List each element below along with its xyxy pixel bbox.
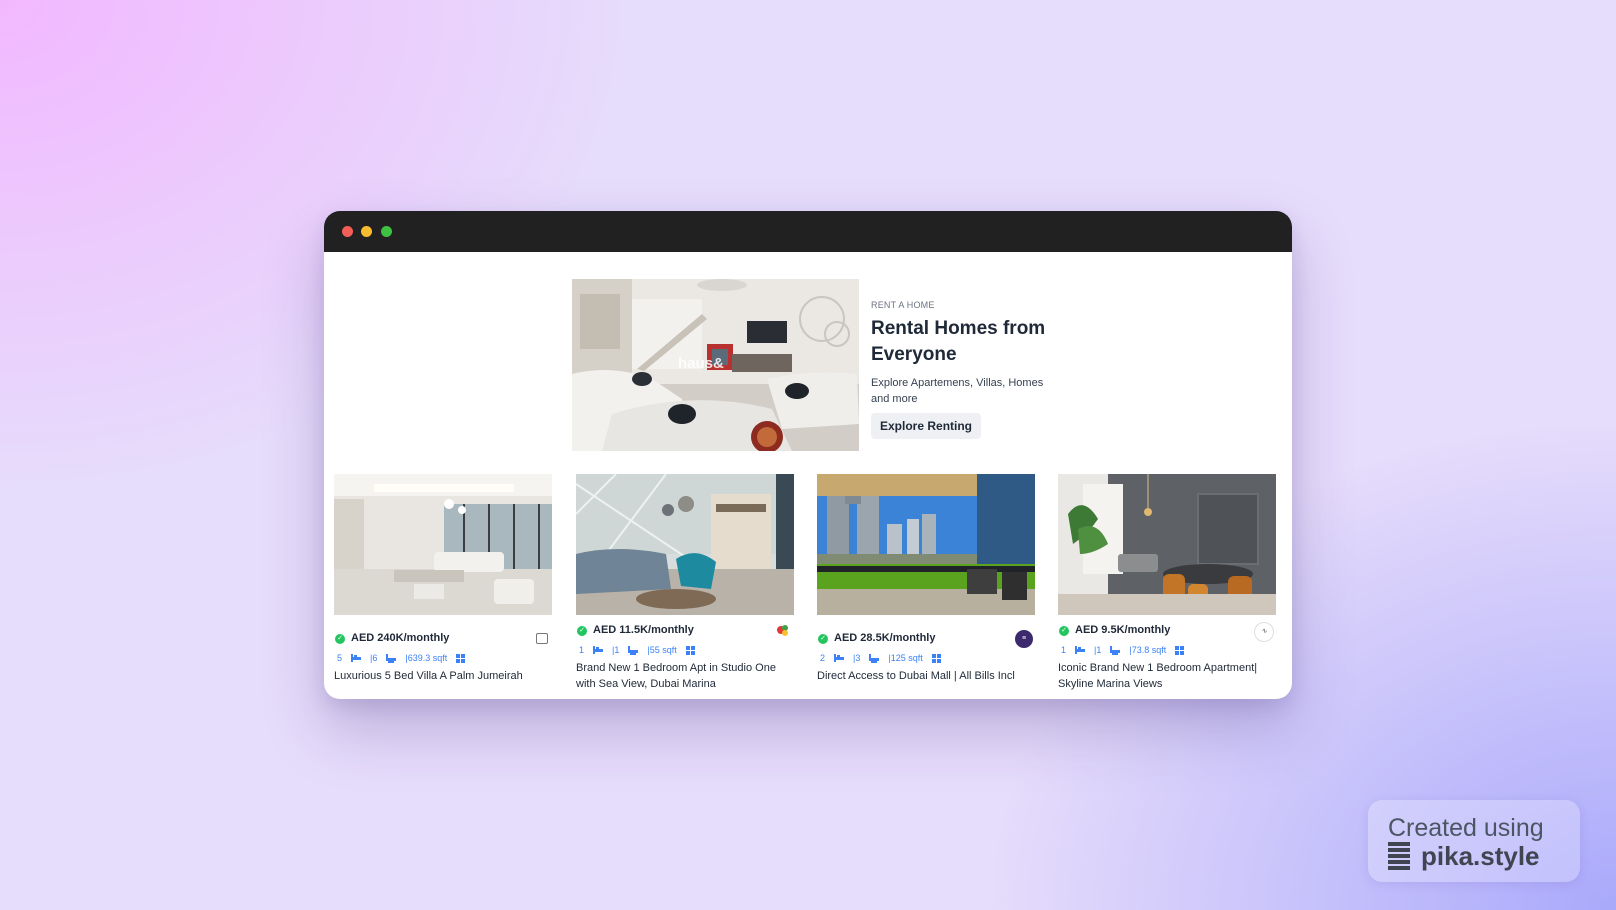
bed-icon bbox=[1075, 646, 1086, 654]
hero-image[interactable]: haus& bbox=[572, 279, 859, 451]
listing-price: AED 9.5K/monthly bbox=[1075, 624, 1171, 636]
listing-title[interactable]: Iconic Brand New 1 Bedroom Apartment| Sk… bbox=[1058, 660, 1276, 692]
browser-window: haus& RENT A HOME Rental Homes from Ever… bbox=[324, 211, 1292, 699]
hero-eyebrow: RENT A HOME bbox=[871, 300, 935, 310]
beds-count: 5 bbox=[337, 653, 343, 663]
bed-icon bbox=[351, 654, 362, 662]
bath-icon bbox=[628, 645, 639, 655]
hero-text: RENT A HOME Rental Homes from Everyone E… bbox=[871, 279, 1051, 439]
area-value: |55 sqft bbox=[647, 645, 677, 655]
verified-check-icon: ✓ bbox=[1059, 626, 1069, 636]
beds-count: 2 bbox=[820, 653, 826, 663]
listing-title[interactable]: Brand New 1 Bedroom Apt in Studio One wi… bbox=[576, 660, 794, 692]
watermark-created-using: Created using bbox=[1388, 814, 1544, 842]
listing-photo[interactable] bbox=[334, 474, 552, 615]
listing-specs: 1 |1 |73.8 sqft bbox=[1058, 643, 1276, 657]
baths-count: |1 bbox=[612, 645, 620, 655]
listing-title[interactable]: Direct Access to Dubai Mall | All Bills … bbox=[817, 668, 1035, 684]
listing-price: AED 240K/monthly bbox=[351, 632, 450, 644]
baths-count: |3 bbox=[853, 653, 861, 663]
agency-logo-icon: ∿ bbox=[1254, 622, 1274, 642]
listing-card[interactable]: ✓ AED 240K/monthly 5 |6 |639.3 sqft Luxu… bbox=[334, 474, 552, 684]
explore-renting-button[interactable]: Explore Renting bbox=[871, 413, 982, 439]
beds-count: 1 bbox=[579, 645, 585, 655]
agency-logo-icon bbox=[536, 633, 548, 644]
listing-specs: 5 |6 |639.3 sqft bbox=[334, 651, 552, 665]
baths-count: |1 bbox=[1094, 645, 1102, 655]
bed-icon bbox=[834, 654, 845, 662]
verified-check-icon: ✓ bbox=[577, 626, 587, 636]
bed-icon bbox=[593, 646, 604, 654]
listing-card[interactable]: ✓ AED 9.5K/monthly ∿ 1 |1 |73.8 sqft Ico… bbox=[1058, 474, 1276, 692]
area-value: |639.3 sqft bbox=[405, 653, 448, 663]
floorplan-icon bbox=[456, 653, 466, 663]
window-titlebar bbox=[324, 211, 1292, 252]
floorplan-icon bbox=[685, 645, 695, 655]
pika-style-watermark: Created using pika.style bbox=[1368, 800, 1580, 882]
bath-icon bbox=[869, 653, 880, 663]
hero-image-watermark: haus& bbox=[678, 355, 724, 372]
floorplan-icon bbox=[1175, 645, 1185, 655]
hero-title: Rental Homes from Everyone bbox=[871, 318, 1046, 365]
listing-photo[interactable] bbox=[1058, 474, 1276, 615]
listing-specs: 2 |3 |125 sqft bbox=[817, 651, 1035, 665]
minimize-window-button[interactable] bbox=[361, 226, 372, 237]
area-value: |125 sqft bbox=[888, 653, 923, 663]
listing-price: AED 28.5K/monthly bbox=[834, 632, 936, 644]
hero-description: Explore Apartemens, Villas, Homes and mo… bbox=[871, 377, 1044, 405]
beds-count: 1 bbox=[1061, 645, 1067, 655]
listing-card[interactable]: ✓ AED 11.5K/monthly 1 |1 |55 sqft Brand … bbox=[576, 474, 794, 692]
baths-count: |6 bbox=[370, 653, 378, 663]
listing-card[interactable]: ✓ AED 28.5K/monthly ≡ 2 |3 |125 sqft Dir… bbox=[817, 474, 1035, 684]
listing-photo[interactable] bbox=[576, 474, 794, 615]
listing-specs: 1 |1 |55 sqft bbox=[576, 643, 794, 657]
verified-check-icon: ✓ bbox=[335, 634, 345, 644]
agency-logo-icon: ≡ bbox=[1015, 630, 1033, 648]
close-window-button[interactable] bbox=[342, 226, 353, 237]
area-value: |73.8 sqft bbox=[1129, 645, 1167, 655]
rent-hero: haus& RENT A HOME Rental Homes from Ever… bbox=[572, 279, 1052, 451]
floorplan-icon bbox=[931, 653, 941, 663]
watermark-brand: pika.style bbox=[1421, 841, 1540, 871]
maximize-window-button[interactable] bbox=[381, 226, 392, 237]
agency-logo-icon bbox=[774, 622, 792, 640]
verified-check-icon: ✓ bbox=[818, 634, 828, 644]
listing-price: AED 11.5K/monthly bbox=[593, 624, 694, 636]
pika-logo-icon bbox=[1388, 841, 1410, 876]
listing-title[interactable]: Luxurious 5 Bed Villa A Palm Jumeirah bbox=[334, 668, 552, 684]
listing-photo[interactable] bbox=[817, 474, 1035, 615]
bath-icon bbox=[1110, 645, 1121, 655]
bath-icon bbox=[386, 653, 397, 663]
